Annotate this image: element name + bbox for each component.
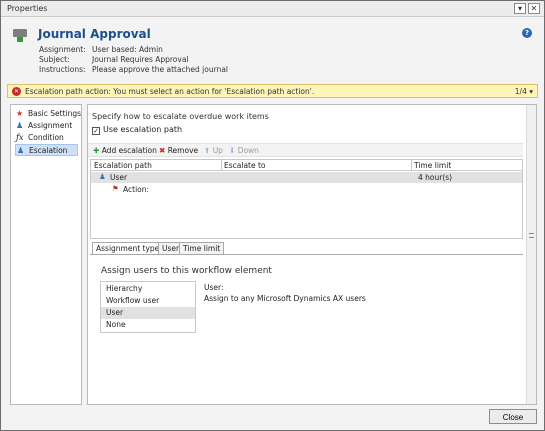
table-row[interactable]: ♟ User 4 hour(s): [91, 172, 522, 183]
window-title: Properties: [7, 4, 48, 13]
subject-field: Subject: Journal Requires Approval: [39, 55, 189, 64]
checkbox-check-icon[interactable]: ✓: [92, 127, 100, 135]
nav-item-label: Escalation: [29, 146, 68, 155]
users-icon: ♟: [16, 121, 24, 130]
user-icon: ♟: [99, 172, 106, 181]
nav-item-label: Basic Settings: [28, 109, 82, 118]
subject-label: Subject:: [39, 55, 70, 64]
star-icon: ★: [16, 109, 24, 118]
instructions-value: Please approve the attached journal: [92, 65, 228, 74]
error-icon: ✕: [12, 87, 21, 96]
close-window-button[interactable]: ✕: [528, 3, 540, 14]
description-title: User:: [204, 283, 224, 292]
message-counter[interactable]: 1/4 ▾: [515, 87, 533, 96]
escalation-icon: ♟: [17, 146, 25, 155]
column-header-time-limit[interactable]: Time limit: [414, 161, 451, 170]
action-icon: ⚑: [112, 184, 119, 193]
nav-item-basic-settings[interactable]: ★ Basic Settings: [15, 108, 82, 120]
header: Journal Approval Assignment: User based:…: [1, 17, 544, 81]
list-item-workflow-user[interactable]: Workflow user: [101, 295, 195, 307]
nav-item-label: Condition: [28, 133, 64, 142]
use-escalation-path-label: Use escalation path: [103, 125, 183, 134]
scrollbar-grip-icon[interactable]: [529, 233, 534, 238]
column-divider: [411, 160, 412, 171]
function-icon: ƒx: [16, 133, 24, 142]
title-bar: Properties ▾ ✕: [1, 1, 544, 17]
arrow-up-icon: ⬆: [204, 146, 211, 155]
row-path: Action:: [123, 185, 150, 194]
assignment-field: Assignment: User based: Admin: [39, 45, 163, 54]
remove-button[interactable]: ✖ Remove: [159, 146, 198, 155]
instructions-field: Instructions: Please approve the attache…: [39, 65, 228, 74]
validation-message-bar: ✕ Escalation path action: You must selec…: [7, 84, 538, 98]
add-escalation-button[interactable]: ✚ Add escalation: [93, 146, 157, 155]
move-up-button[interactable]: ⬆ Up: [204, 146, 223, 155]
escalation-path-grid: Escalation path Escalate to Time limit ♟…: [90, 159, 523, 239]
column-divider: [221, 160, 222, 171]
grid-header: Escalation path Escalate to Time limit: [91, 160, 522, 171]
assignment-label: Assignment:: [39, 45, 86, 54]
assignment-type-panel: Assign users to this workflow element Hi…: [90, 254, 523, 404]
validation-message: Escalation path action: You must select …: [25, 87, 315, 96]
row-path: User: [110, 173, 128, 182]
arrow-down-icon: ⬇: [229, 146, 236, 155]
panel-scrollbar[interactable]: [526, 105, 536, 404]
instructions-label: Instructions:: [39, 65, 86, 74]
subject-value: Journal Requires Approval: [92, 55, 189, 64]
row-time-limit: 4 hour(s): [418, 173, 453, 182]
move-down-button[interactable]: ⬇ Down: [229, 146, 259, 155]
escalation-panel: Specify how to escalate overdue work ite…: [87, 104, 537, 405]
workflow-approval-icon: [13, 29, 27, 42]
use-escalation-path-checkbox[interactable]: ✓ Use escalation path: [92, 125, 182, 135]
description-text: Assign to any Microsoft Dynamics AX user…: [204, 294, 366, 303]
list-item-user[interactable]: User: [101, 307, 195, 319]
minimize-button[interactable]: ▾: [514, 3, 526, 14]
add-icon: ✚: [93, 146, 100, 155]
nav-item-label: Assignment: [28, 121, 73, 130]
remove-icon: ✖: [159, 146, 166, 155]
sidebar-nav: ★ Basic Settings ♟ Assignment ƒx Conditi…: [10, 104, 82, 405]
help-icon[interactable]: ?: [522, 28, 532, 38]
assign-users-title: Assign users to this workflow element: [101, 266, 272, 276]
nav-item-assignment[interactable]: ♟ Assignment: [15, 120, 78, 132]
escalation-instruction: Specify how to escalate overdue work ite…: [92, 112, 269, 121]
column-header-escalation-path[interactable]: Escalation path: [94, 161, 152, 170]
assignment-value: User based: Admin: [92, 45, 163, 54]
nav-item-escalation[interactable]: ♟ Escalation: [15, 144, 78, 156]
table-row[interactable]: ⚑ Action:: [91, 184, 522, 195]
properties-window: Properties ▾ ✕ Journal Approval Assignme…: [0, 0, 545, 431]
page-title: Journal Approval: [38, 27, 151, 41]
close-button[interactable]: Close: [489, 409, 537, 424]
list-item-hierarchy[interactable]: Hierarchy: [101, 283, 195, 295]
list-item-none[interactable]: None: [101, 319, 195, 331]
column-header-escalate-to[interactable]: Escalate to: [224, 161, 266, 170]
assignment-type-list[interactable]: Hierarchy Workflow user User None: [100, 281, 196, 333]
escalation-toolbar: ✚ Add escalation ✖ Remove ⬆ Up ⬇ Down: [88, 143, 523, 157]
nav-item-condition[interactable]: ƒx Condition: [15, 132, 78, 144]
